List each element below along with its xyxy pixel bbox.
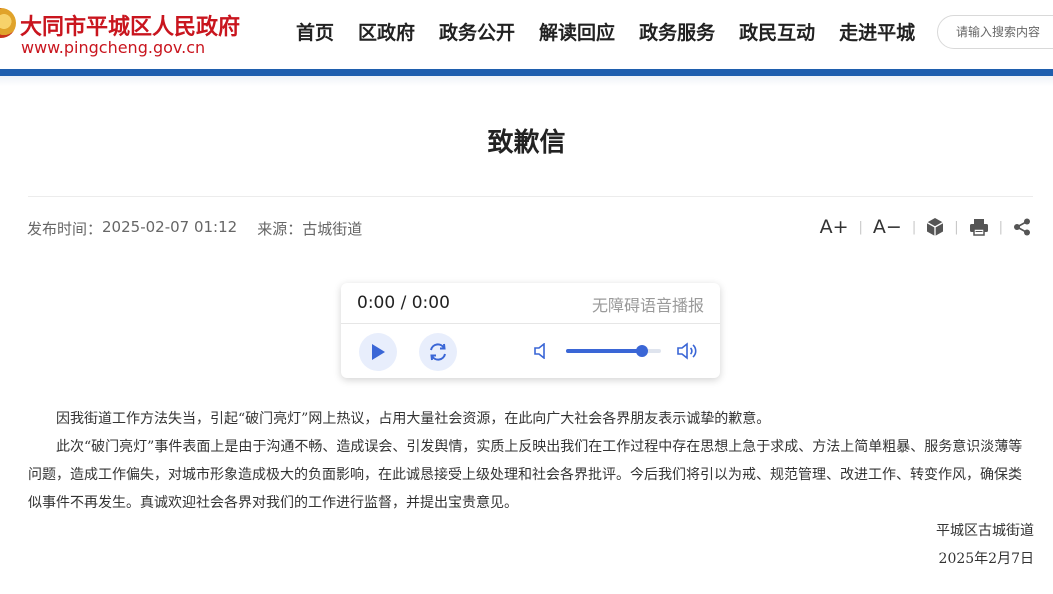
site-title[interactable]: 大同市平城区人民政府 — [20, 9, 240, 41]
share-icon[interactable] — [1013, 214, 1031, 240]
loop-button[interactable] — [419, 333, 457, 371]
article-body: 因我街道工作方法失当，引起“破门亮灯”网上热议，占用大量社会资源，在此向广大社会… — [28, 405, 1035, 517]
site-url: www.pingcheng.gov.cn — [21, 38, 206, 57]
font-decrease-button[interactable]: A− — [873, 214, 902, 240]
volume-low-icon[interactable] — [534, 342, 548, 363]
volume-slider[interactable] — [566, 345, 661, 357]
source-label: 来源： — [257, 220, 303, 238]
font-increase-button[interactable]: A+ — [820, 214, 849, 240]
publish-time: 2025-02-07 01:12 — [102, 218, 238, 236]
nav-interpretation-response[interactable]: 解读回应 — [539, 18, 615, 48]
loop-icon — [430, 343, 446, 361]
search-input[interactable]: 请输入搜索内容 — [937, 15, 1053, 49]
article-paragraph: 因我街道工作方法失当，引起“破门亮灯”网上热议，占用大量社会资源，在此向广大社会… — [56, 411, 771, 427]
article-toolbar: A+ | A− | | | — [820, 214, 1031, 240]
volume-knob[interactable] — [636, 345, 648, 357]
print-icon[interactable] — [969, 214, 989, 240]
playback-time: 0:00 / 0:00 — [357, 293, 450, 313]
article-meta: 发布时间： 2025-02-07 01:12 来源： 古城街道 — [27, 218, 362, 239]
nav-government-affairs-disclosure[interactable]: 政务公开 — [439, 18, 515, 48]
nav-district-government[interactable]: 区政府 — [358, 18, 415, 48]
publish-time-label: 发布时间： — [27, 220, 103, 238]
header-bar-shadow — [0, 76, 1053, 86]
sign-date: 2025年2月7日 — [938, 551, 1034, 567]
header-divider-bar — [0, 69, 1053, 76]
signature: 平城区古城街道 — [936, 523, 1034, 539]
article-paragraph: 此次“破门亮灯”事件表面上是由于沟通不畅、造成误会、引发舆情，实质上反映出我们在… — [28, 439, 1023, 511]
national-emblem-icon — [0, 8, 16, 38]
source: 古城街道 — [302, 220, 363, 238]
nav-about-pingcheng[interactable]: 走进平城 — [839, 18, 915, 48]
main-nav: 首页 区政府 政务公开 解读回应 政务服务 政民互动 走进平城 — [296, 18, 915, 48]
volume-high-icon[interactable] — [677, 342, 699, 364]
audio-player: 0:00 / 0:00 无障碍语音播报 — [341, 283, 720, 378]
site-header: 大同市平城区人民政府 www.pingcheng.gov.cn 首页 区政府 政… — [0, 0, 1053, 70]
play-button[interactable] — [359, 333, 397, 371]
article-title: 致歉信 — [487, 128, 566, 158]
nav-public-interaction[interactable]: 政民互动 — [739, 18, 815, 48]
play-icon — [372, 344, 385, 360]
nav-home[interactable]: 首页 — [296, 18, 334, 48]
player-header: 0:00 / 0:00 无障碍语音播报 — [341, 283, 720, 324]
cube-icon[interactable] — [926, 214, 944, 240]
accessibility-voice-label: 无障碍语音播报 — [591, 296, 704, 315]
nav-government-services[interactable]: 政务服务 — [639, 18, 715, 48]
volume-fill — [566, 349, 642, 353]
title-divider — [28, 196, 1033, 197]
